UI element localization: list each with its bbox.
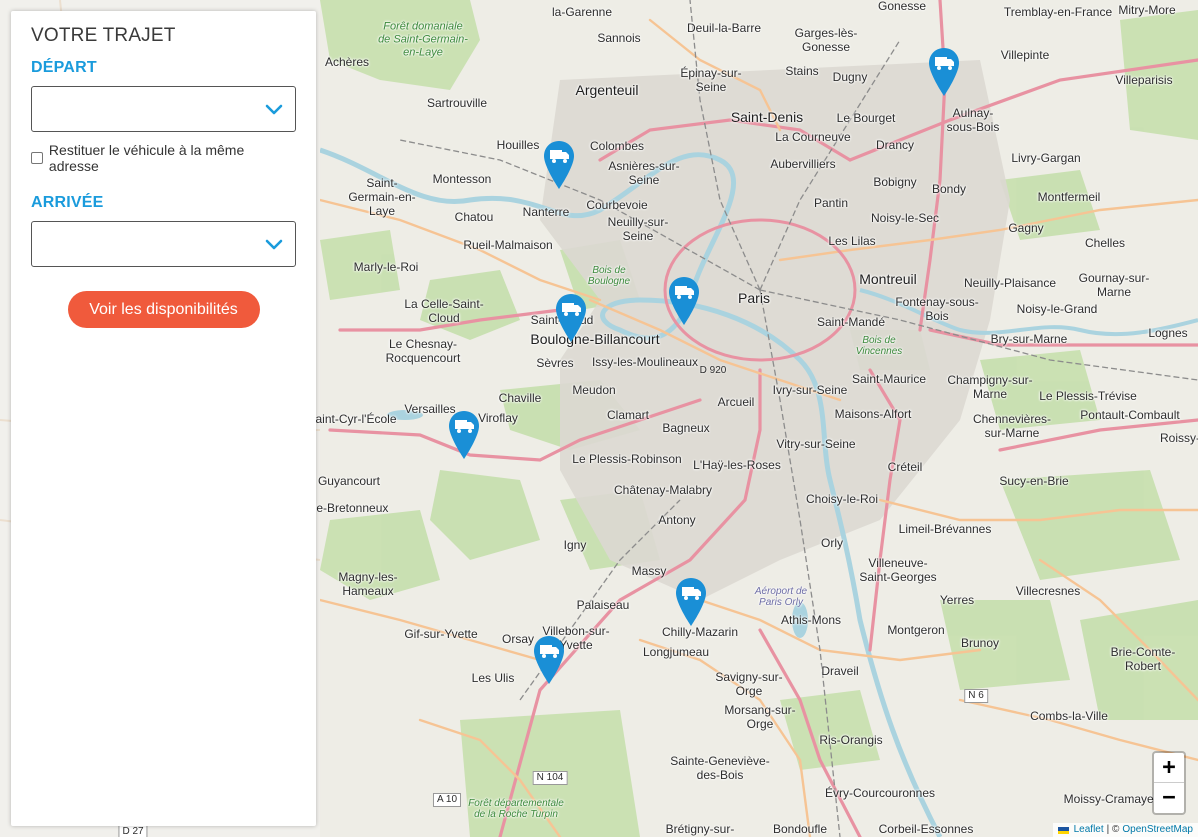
same-address-label[interactable]: Restituer le véhicule à la même adresse bbox=[49, 142, 296, 174]
flag-icon bbox=[1057, 826, 1069, 834]
chevron-down-icon bbox=[265, 239, 283, 250]
chevron-down-icon bbox=[265, 104, 283, 115]
agency-marker[interactable] bbox=[533, 635, 565, 685]
depart-select[interactable] bbox=[31, 86, 296, 132]
same-address-option[interactable]: Restituer le véhicule à la même adresse bbox=[31, 142, 296, 174]
osm-link[interactable]: OpenStreetMap bbox=[1122, 823, 1193, 837]
trip-panel: VOTRE TRAJET DÉPART Restituer le véhicul… bbox=[11, 11, 316, 826]
agency-marker[interactable] bbox=[668, 276, 700, 326]
arrivee-label: ARRIVÉE bbox=[31, 194, 104, 211]
agency-marker[interactable] bbox=[448, 410, 480, 460]
map-attribution: Leaflet | © OpenStreetMap bbox=[1052, 823, 1198, 837]
zoom-in-button[interactable]: + bbox=[1154, 753, 1184, 783]
leaflet-link[interactable]: Leaflet bbox=[1074, 823, 1104, 837]
agency-marker[interactable] bbox=[675, 577, 707, 627]
agency-marker[interactable] bbox=[928, 47, 960, 97]
panel-title: VOTRE TRAJET bbox=[31, 25, 176, 46]
depart-label: DÉPART bbox=[31, 59, 97, 76]
zoom-control: + − bbox=[1152, 751, 1186, 815]
agency-marker[interactable] bbox=[555, 293, 587, 343]
zoom-out-button[interactable]: − bbox=[1154, 783, 1184, 813]
check-availability-button[interactable]: Voir les disponibilités bbox=[67, 291, 260, 328]
attribution-separator: | © bbox=[1106, 824, 1120, 835]
agency-marker[interactable] bbox=[543, 140, 575, 190]
same-address-checkbox[interactable] bbox=[31, 152, 43, 164]
arrivee-select[interactable] bbox=[31, 221, 296, 267]
